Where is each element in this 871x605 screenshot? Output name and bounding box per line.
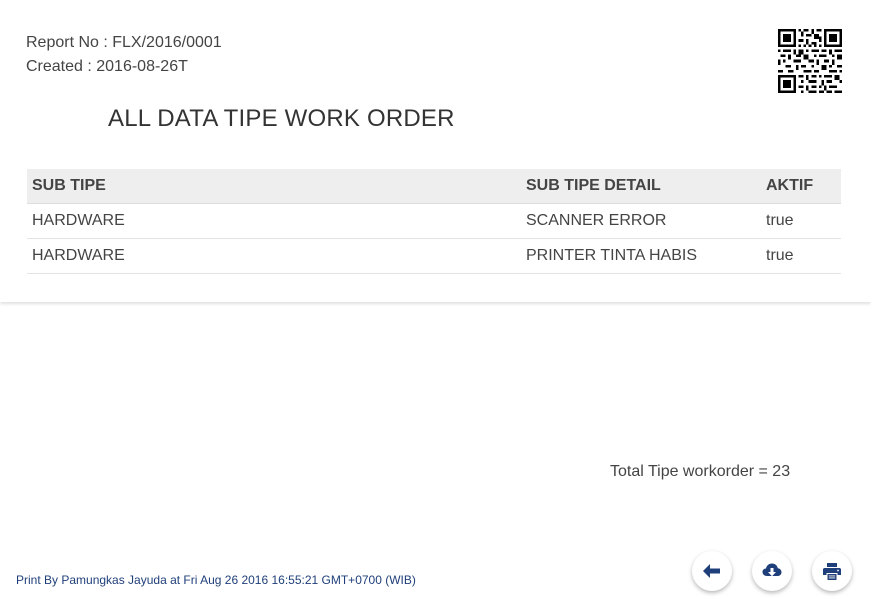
- download-button[interactable]: [752, 551, 792, 591]
- cloud-download-icon: [762, 563, 782, 577]
- report-title: ALL DATA TIPE WORK ORDER: [108, 105, 455, 132]
- cell-sub-tipe-detail: PRINTER TINTA HABIS: [521, 238, 761, 274]
- column-header-aktif: AKTIF: [761, 169, 841, 204]
- report-created-date: Created : 2016-08-26T: [26, 58, 188, 75]
- column-header-sub-tipe: SUB TIPE: [27, 169, 521, 204]
- printer-icon: [823, 562, 841, 580]
- back-button[interactable]: [692, 551, 732, 591]
- work-order-table: SUB TIPE SUB TIPE DETAIL AKTIF HARDWARE …: [27, 169, 841, 274]
- arrow-left-icon: [703, 564, 720, 578]
- report-page: Report No : FLX/2016/0001 Created : 2016…: [0, 0, 871, 605]
- total-tipe-workorder: Total Tipe workorder = 23: [610, 463, 791, 480]
- cell-aktif: true: [761, 238, 841, 274]
- cell-sub-tipe-detail: SCANNER ERROR: [521, 203, 761, 239]
- table-row: HARDWARE SCANNER ERROR true: [27, 203, 841, 239]
- cell-aktif: true: [761, 203, 841, 239]
- report-card: Report No : FLX/2016/0001 Created : 2016…: [0, 0, 871, 302]
- print-info-footer: Print By Pamungkas Jayuda at Fri Aug 26 …: [16, 573, 416, 587]
- cell-sub-tipe: HARDWARE: [27, 238, 521, 274]
- qr-code-icon: [778, 29, 842, 93]
- table-row: HARDWARE PRINTER TINTA HABIS true: [27, 238, 841, 274]
- cell-sub-tipe: HARDWARE: [27, 203, 521, 239]
- print-button[interactable]: [812, 551, 852, 591]
- report-meta: Report No : FLX/2016/0001 Created : 2016…: [26, 31, 222, 79]
- table-header-row: SUB TIPE SUB TIPE DETAIL AKTIF: [27, 169, 841, 204]
- report-number: Report No : FLX/2016/0001: [26, 34, 222, 51]
- column-header-sub-tipe-detail: SUB TIPE DETAIL: [521, 169, 761, 204]
